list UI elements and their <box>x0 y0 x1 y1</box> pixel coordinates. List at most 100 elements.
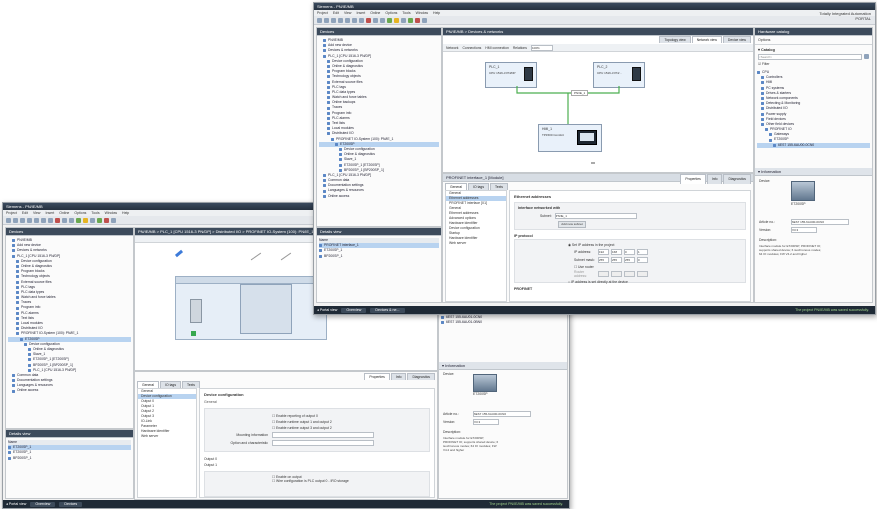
delete-icon[interactable] <box>55 217 60 223</box>
ip-octet-3[interactable]: 0 <box>624 249 635 255</box>
tree-item[interactable]: Online access <box>319 194 439 199</box>
catalog-tree-item[interactable]: 6ES7 155-6AU00-0CN0 <box>757 142 870 148</box>
portal-view-link[interactable]: ◂ Portal view <box>317 308 337 312</box>
status-tab-overview[interactable]: Overview <box>30 501 56 507</box>
save-icon[interactable] <box>20 217 25 223</box>
menu-window[interactable]: Window <box>105 210 117 216</box>
option-1[interactable]: ☐ Enable reporting of output 0 <box>272 414 426 418</box>
go-offline-icon[interactable] <box>104 217 109 223</box>
print-icon[interactable] <box>27 217 32 223</box>
catalog-filter[interactable]: ☑ Filter <box>755 60 872 68</box>
ip-option-project[interactable]: ◉ Set IP address in the project <box>568 243 742 247</box>
paste-icon[interactable] <box>359 17 364 23</box>
compile-icon[interactable] <box>387 17 392 23</box>
save-icon[interactable] <box>331 17 336 23</box>
undo-icon[interactable] <box>373 17 378 23</box>
portal-view-link[interactable]: ◂ Portal view <box>6 502 26 506</box>
tab-info[interactable]: Info <box>706 174 723 184</box>
props-nav-item[interactable]: Web server <box>138 434 196 439</box>
menu-project[interactable]: Project <box>317 10 328 16</box>
print-icon[interactable] <box>338 17 343 23</box>
tab-general[interactable]: General <box>137 381 160 388</box>
details-row[interactable]: BP200SP_1 <box>8 456 131 461</box>
status-tab-devices[interactable]: Devices <box>59 501 83 507</box>
mask-octet-2[interactable]: 255 <box>611 257 622 263</box>
download-icon[interactable] <box>394 17 399 23</box>
copy-icon[interactable] <box>41 217 46 223</box>
router-octet-4[interactable] <box>637 271 648 277</box>
menu-edit[interactable]: Edit <box>333 10 339 16</box>
new-icon[interactable] <box>317 17 322 23</box>
menu-online[interactable]: Online <box>59 210 69 216</box>
ip-option-device[interactable]: ○ IP address is set directly at the devi… <box>568 280 742 284</box>
cut-icon[interactable] <box>345 17 350 23</box>
tab-diagnostics[interactable]: Diagnostics <box>407 373 435 380</box>
menu-window[interactable]: Window <box>416 10 428 16</box>
mask-octet-4[interactable]: 0 <box>637 257 648 263</box>
catalog-row[interactable]: 6ES7 155-6AU01-0BN0 <box>441 320 565 325</box>
tab-general[interactable]: General <box>445 183 468 190</box>
undo-icon[interactable] <box>62 217 67 223</box>
router-octet-3[interactable] <box>624 271 635 277</box>
delete-icon[interactable] <box>366 17 371 23</box>
search-icon[interactable] <box>864 54 869 59</box>
go-online-icon[interactable] <box>408 17 413 23</box>
go-offline-icon[interactable] <box>415 17 420 23</box>
redo-icon[interactable] <box>380 17 385 23</box>
accessible-devices-icon[interactable] <box>111 217 116 223</box>
redo-icon[interactable] <box>69 217 74 223</box>
scroll-grip[interactable] <box>591 162 595 164</box>
tab-diagnostics[interactable]: Diagnostics <box>723 174 751 184</box>
copy-icon[interactable] <box>352 17 357 23</box>
menu-project[interactable]: Project <box>6 210 17 216</box>
menu-options[interactable]: Options <box>74 210 86 216</box>
status-tab-devices[interactable]: Devices & ne... <box>370 307 405 313</box>
catalog-search-input[interactable]: <Search> <box>758 54 862 60</box>
option-2[interactable]: ☐ Enable runtime output 1 and output 2 <box>272 420 426 424</box>
option-char-field[interactable] <box>272 440 374 446</box>
menu-online[interactable]: Online <box>370 10 380 16</box>
router-octet-1[interactable] <box>598 271 609 277</box>
menu-tools[interactable]: Tools <box>402 10 410 16</box>
mask-octet-1[interactable]: 255 <box>598 257 609 263</box>
upload-icon[interactable] <box>90 217 95 223</box>
download-icon[interactable] <box>83 217 88 223</box>
props-nav-item[interactable]: Web server <box>446 241 506 246</box>
use-router-checkbox[interactable]: ☐ Use router <box>574 265 742 269</box>
tab-io-tags[interactable]: IO tags <box>468 183 490 190</box>
open-icon[interactable] <box>13 217 18 223</box>
menu-insert[interactable]: Insert <box>356 10 365 16</box>
upload-icon[interactable] <box>401 17 406 23</box>
subnet-select[interactable]: PN/IE_1 <box>554 213 637 219</box>
hmi-device[interactable]: HMI_1 TP1500 Comfort <box>538 124 602 152</box>
tree-item[interactable]: Online access <box>8 388 131 393</box>
open-icon[interactable] <box>324 17 329 23</box>
profinet-line[interactable] <box>516 86 620 94</box>
tab-info[interactable]: Info <box>390 373 407 380</box>
option-3[interactable]: ☐ Enable runtime output 3 and output 2 <box>272 426 426 430</box>
compile-icon[interactable] <box>76 217 81 223</box>
cut-icon[interactable] <box>34 217 39 223</box>
menu-help[interactable]: Help <box>122 210 129 216</box>
interface-module[interactable] <box>190 299 202 323</box>
new-icon[interactable] <box>6 217 11 223</box>
router-octet-2[interactable] <box>611 271 622 277</box>
network-label[interactable]: PN/IE_1 <box>571 90 589 96</box>
ip-octet-2[interactable]: 168 <box>611 249 622 255</box>
ip-octet-1[interactable]: 192 <box>598 249 609 255</box>
rack[interactable] <box>175 276 327 340</box>
accessible-devices-icon[interactable] <box>422 17 427 23</box>
paste-icon[interactable] <box>48 217 53 223</box>
menu-view[interactable]: View <box>344 10 352 16</box>
menu-insert[interactable]: Insert <box>45 210 54 216</box>
io-modules[interactable] <box>240 284 292 334</box>
tab-properties[interactable]: Properties <box>680 174 706 184</box>
go-online-icon[interactable] <box>97 217 102 223</box>
menu-help[interactable]: Help <box>433 10 440 16</box>
tab-io-tags[interactable]: IO tags <box>160 381 182 388</box>
tab-texts[interactable]: Texts <box>490 183 508 190</box>
status-tab-overview[interactable]: Overview <box>341 307 367 313</box>
details-row[interactable]: BP200SP_1 <box>319 254 439 259</box>
mounting-field[interactable] <box>272 432 374 438</box>
tab-texts[interactable]: Texts <box>182 381 200 388</box>
